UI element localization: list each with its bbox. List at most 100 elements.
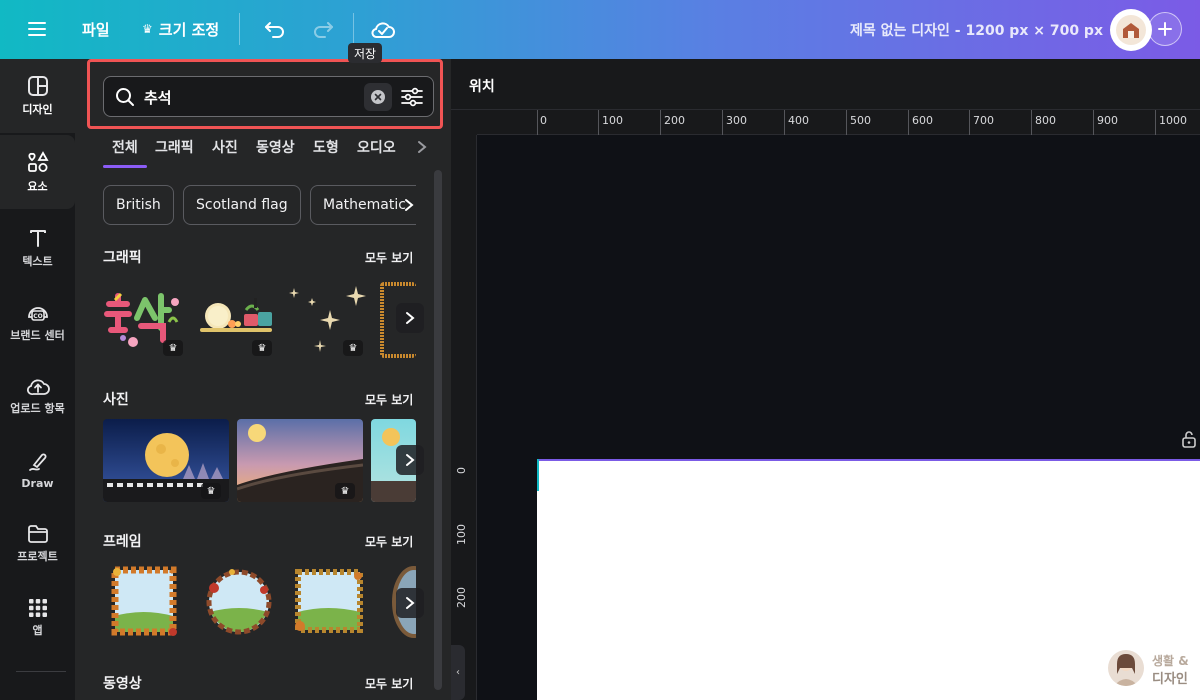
clear-search-button[interactable]: [364, 83, 392, 111]
rail-item-apps[interactable]: 앱: [0, 581, 75, 655]
position-button[interactable]: 위치: [469, 76, 495, 96]
watermark-text: 생활 &: [1152, 654, 1189, 668]
frame-thumbnail[interactable]: [288, 560, 374, 644]
avatar[interactable]: [1110, 9, 1152, 51]
avatar-image: [1116, 15, 1146, 45]
tab-all[interactable]: 전체: [112, 137, 138, 157]
tab-audio[interactable]: 오디오: [357, 137, 396, 157]
rail-label: 업로드 항목: [10, 402, 65, 415]
rail-label: Draw: [21, 476, 54, 490]
design-page[interactable]: [537, 459, 1200, 700]
upload-icon: [26, 379, 50, 395]
tab-photos[interactable]: 사진: [212, 137, 238, 157]
house-icon: [1123, 23, 1139, 38]
ruler-tick: [1031, 110, 1032, 135]
tabs-next-button[interactable]: [412, 136, 432, 158]
frames-next-button[interactable]: [396, 588, 424, 618]
tab-videos[interactable]: 동영상: [256, 137, 295, 157]
chevron-right-icon: [406, 454, 415, 466]
rail-label: 프로젝트: [17, 550, 58, 563]
rail-label: 디자인: [22, 103, 53, 116]
undo-button[interactable]: [260, 14, 290, 44]
collapse-panel-button[interactable]: ‹: [451, 645, 465, 700]
graphics-next-button[interactable]: [396, 303, 424, 333]
save-status-button[interactable]: [367, 14, 399, 44]
rail-item-projects[interactable]: 프로젝트: [0, 507, 75, 581]
rail-label: 요소: [27, 180, 48, 193]
tab-shapes[interactable]: 도형: [313, 137, 339, 157]
chevron-left-icon: ‹: [456, 667, 460, 678]
ruler-tick: [969, 110, 970, 135]
rail-item-draw[interactable]: Draw: [0, 433, 75, 507]
layout-icon: [27, 76, 48, 96]
crown-icon: ♛: [142, 22, 153, 36]
rail-item-elements[interactable]: 요소: [0, 135, 75, 209]
panel-scrollbar[interactable]: [434, 170, 442, 690]
ruler-label: 200: [664, 114, 685, 127]
file-menu-button[interactable]: 파일: [82, 16, 110, 42]
portrait-icon: [1114, 654, 1138, 686]
premium-badge: ♛: [335, 483, 355, 499]
folder-icon: [27, 525, 48, 543]
search-bar[interactable]: [103, 76, 434, 117]
ruler-tick: [660, 110, 661, 135]
ruler-label: 0: [540, 114, 547, 127]
ruler-tick: [598, 110, 599, 135]
page-edge-accent: [537, 459, 539, 491]
ruler-tick: [722, 110, 723, 135]
section-title-videos: 동영상: [103, 676, 142, 692]
rail-label: 텍스트: [22, 255, 53, 268]
divider: [353, 13, 354, 45]
see-all-photos[interactable]: 모두 보기: [365, 391, 413, 408]
ruler-tick: [1155, 110, 1156, 135]
document-title[interactable]: 제목 없는 디자인 - 1200 px × 700 px: [850, 20, 1103, 40]
rail-item-text[interactable]: 텍스트: [0, 211, 75, 285]
section-title-frames: 프레임: [103, 534, 142, 550]
menu-button[interactable]: [22, 14, 52, 44]
redo-button[interactable]: [308, 14, 338, 44]
graphic-thumbnail[interactable]: ♛: [196, 282, 284, 358]
resize-button[interactable]: ♛ 크기 조정: [142, 16, 219, 42]
search-input[interactable]: [144, 85, 344, 109]
premium-badge: ♛: [343, 340, 363, 356]
photo-thumbnail[interactable]: ♛: [237, 419, 363, 502]
top-bar: 파일 ♛ 크기 조정 제목 없는 디자인 - 1200 px × 700 px: [0, 0, 1200, 59]
resize-label: 크기 조정: [158, 20, 220, 39]
ruler-tick: [1093, 110, 1094, 135]
draw-icon: [28, 453, 46, 471]
ruler-corner: [451, 110, 477, 135]
ruler-vertical: [451, 110, 477, 700]
see-all-graphics[interactable]: 모두 보기: [365, 249, 413, 266]
text-icon: [29, 230, 46, 247]
photo-thumbnail[interactable]: ♛: [103, 419, 229, 502]
crown-icon: ♛: [206, 485, 216, 497]
lock-icon[interactable]: [1180, 430, 1198, 448]
ruler-label: 400: [788, 114, 809, 127]
rail-item-brand[interactable]: CO 브랜드 센터: [0, 285, 75, 359]
tab-graphics[interactable]: 그래픽: [155, 137, 194, 157]
chevron-right-icon: [405, 199, 414, 211]
chip-clip: Mathematic: [300, 185, 416, 225]
filter-button[interactable]: [399, 85, 425, 109]
add-collaborator-button[interactable]: [1148, 12, 1182, 46]
section-title-graphics: 그래픽: [103, 250, 142, 266]
plus-icon: [1158, 22, 1172, 36]
hamburger-icon: [28, 22, 46, 36]
photos-next-button[interactable]: [396, 445, 424, 475]
graphic-thumbnail[interactable]: ♛: [103, 282, 191, 358]
divider: [16, 671, 66, 672]
suggestion-chip[interactable]: Scotland flag: [183, 185, 301, 225]
frame-thumbnail[interactable]: [103, 560, 189, 644]
chevron-right-icon: [418, 141, 427, 153]
suggestion-chip[interactable]: British: [103, 185, 174, 225]
frame-thumbnail[interactable]: [196, 560, 282, 644]
graphic-thumbnail[interactable]: ♛: [288, 282, 376, 358]
ruler-tick: [908, 110, 909, 135]
see-all-videos[interactable]: 모두 보기: [365, 675, 413, 692]
divider: [239, 13, 240, 45]
rail-item-design[interactable]: 디자인: [0, 59, 75, 133]
see-all-frames[interactable]: 모두 보기: [365, 533, 413, 550]
chips-next-button[interactable]: [400, 190, 418, 220]
rail-label: 앱: [32, 624, 43, 637]
rail-item-uploads[interactable]: 업로드 항목: [0, 359, 75, 433]
